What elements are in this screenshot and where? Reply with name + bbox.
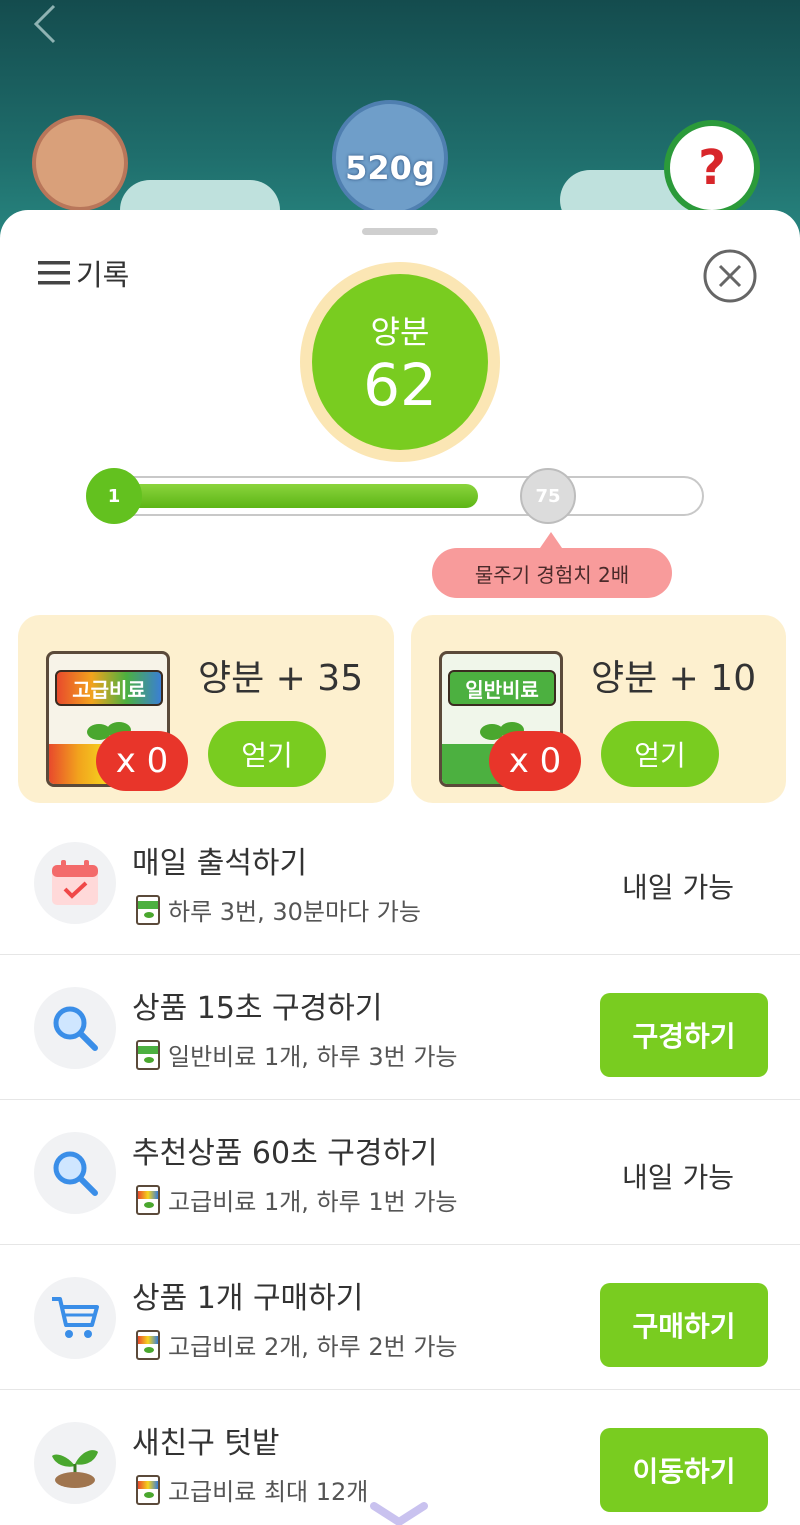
task-recommended-60s: 추천상품 60초 구경하기 고급비료 1개, 하루 1번 가능 내일 가능 [0,1100,800,1245]
back-chevron-icon[interactable] [30,2,60,46]
chevron-down-icon[interactable] [368,1502,430,1525]
cart-icon [34,1277,116,1359]
help-icon[interactable]: ? [664,120,760,216]
browse-button[interactable]: 구경하기 [600,993,768,1077]
nutrient-label: 양분 [370,313,430,351]
menu-icon [38,261,70,285]
task-title: 추천상품 60초 구경하기 [132,1136,438,1171]
premium-fertilizer-icon [136,1184,160,1215]
get-button[interactable]: 얻기 [601,721,719,787]
level-start-marker: 1 [86,468,142,524]
task-subtitle: 일반비료 1개, 하루 3번 가능 [136,1037,457,1072]
svg-text:?: ? [698,140,726,196]
milestone-tooltip: 물주기 경험치 2배 [432,548,672,598]
calendar-icon [34,842,116,924]
task-daily-attendance: 매일 출석하기 하루 3번, 30분마다 가능 내일 가능 [0,810,800,955]
task-subtitle-text: 고급비료 2개, 하루 2번 가능 [168,1333,458,1361]
tooltip-arrow [540,532,562,548]
task-title: 매일 출석하기 [132,846,308,881]
sheet-handle[interactable] [362,228,438,235]
nutrient-value: 62 [363,351,437,419]
search-icon [34,987,116,1069]
task-subtitle-text: 일반비료 1개, 하루 3번 가능 [168,1043,458,1071]
record-button[interactable]: 기록 [38,252,129,294]
bag-label: 일반비료 [448,670,556,706]
search-icon [34,1132,116,1214]
get-button[interactable]: 얻기 [208,721,326,787]
move-button[interactable]: 이동하기 [600,1428,768,1512]
close-icon[interactable] [702,248,758,304]
task-subtitle: 고급비료 1개, 하루 1번 가능 [136,1182,457,1217]
task-status: 내일 가능 [622,1161,734,1194]
task-title: 상품 15초 구경하기 [132,991,383,1026]
nutrient-sheet: 기록 양분 62 1 75 물주기 경험치 2배 고급비료 x 0 양분 + 3… [0,210,800,1525]
progress-fill [112,484,478,508]
task-subtitle: 고급비료 최대 12개 [136,1472,368,1507]
level-milestone-marker: 75 [520,468,576,524]
fertilizer-title: 양분 + 35 [198,658,364,699]
premium-fertilizer-icon [136,1329,160,1360]
task-title: 상품 1개 구매하기 [132,1281,364,1316]
progress-bar [88,476,704,516]
task-subtitle: 고급비료 2개, 하루 2번 가능 [136,1327,457,1362]
task-purchase: 상품 1개 구매하기 고급비료 2개, 하루 2번 가능 구매하기 [0,1245,800,1390]
record-label: 기록 [76,258,130,292]
treasure-chest-icon[interactable] [32,115,128,211]
task-title: 새친구 텃밭 [132,1426,280,1461]
nutrient-jar-icon[interactable]: 520g [332,100,448,216]
normal-fertilizer-icon [136,894,160,925]
premium-fertilizer-card: 고급비료 x 0 양분 + 35 얻기 [18,615,394,803]
task-subtitle: 하루 3번, 30분마다 가능 [136,892,421,927]
task-browse-15s: 상품 15초 구경하기 일반비료 1개, 하루 3번 가능 구경하기 [0,955,800,1100]
purchase-button[interactable]: 구매하기 [600,1283,768,1367]
normal-fertilizer-icon [136,1039,160,1070]
fertilizer-title: 양분 + 10 [591,658,757,699]
task-subtitle-text: 고급비료 최대 12개 [168,1478,369,1506]
bag-label: 고급비료 [55,670,163,706]
count-badge: x 0 [489,731,581,791]
task-subtitle-text: 하루 3번, 30분마다 가능 [168,898,421,926]
normal-fertilizer-card: 일반비료 x 0 양분 + 10 얻기 [411,615,786,803]
nutrient-gauge: 양분 62 [300,262,500,462]
jar-amount: 520g [345,149,435,187]
task-subtitle-text: 고급비료 1개, 하루 1번 가능 [168,1188,458,1216]
task-status: 내일 가능 [622,871,734,904]
count-badge: x 0 [96,731,188,791]
sprout-icon [34,1422,116,1504]
premium-fertilizer-icon [136,1474,160,1505]
